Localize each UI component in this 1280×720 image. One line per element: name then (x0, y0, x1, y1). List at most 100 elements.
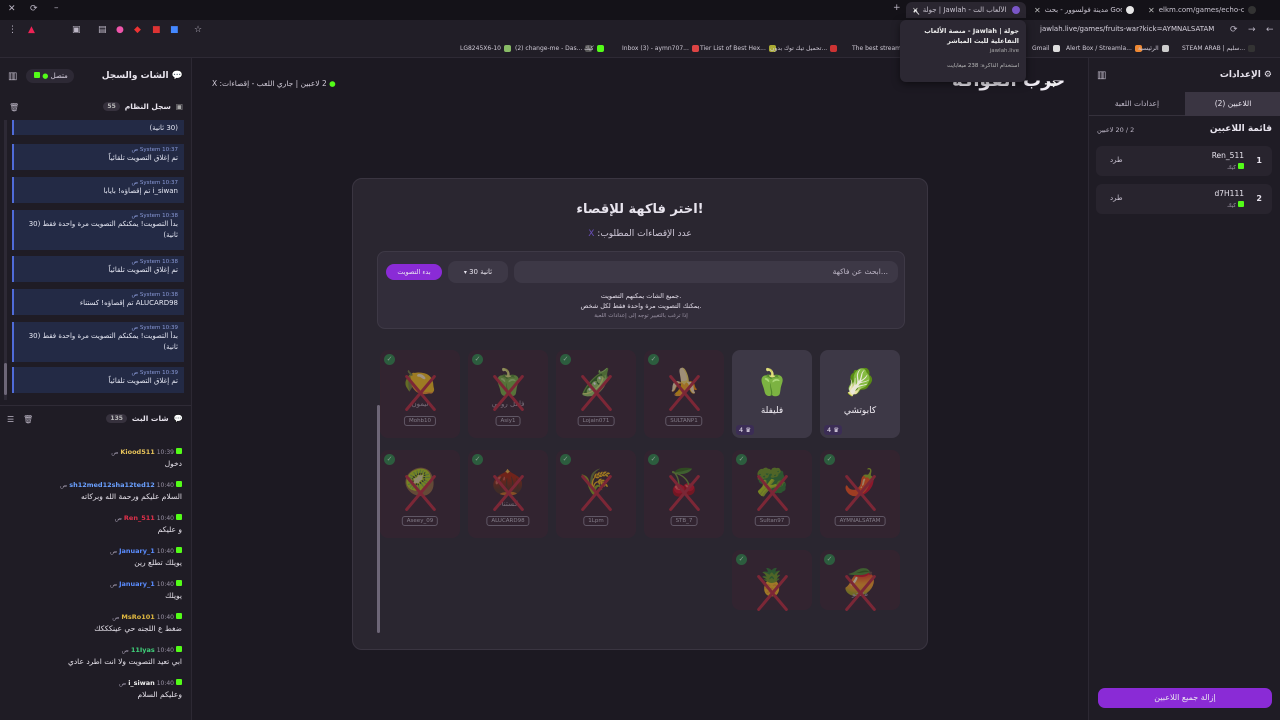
fruit-card: ✓ 🥝 Aseey_09 (380, 450, 460, 538)
bookmark-item[interactable]: كيك (584, 45, 604, 52)
bookmark-item[interactable]: الرئيسية (1138, 45, 1169, 52)
fruit-card: ✓ 🫛 Lojain071 (556, 350, 636, 438)
system-message: System 10:37 ص i_siwan تم إقصاؤه! بايابا (12, 177, 184, 203)
player-platform: كيك (1227, 163, 1244, 171)
bookmark-item[interactable]: STEAM ARAB | سليم... (1182, 45, 1256, 52)
kick-player-button[interactable]: طرد (1110, 156, 1123, 164)
collapse-panel-icon[interactable]: ▥ (1097, 71, 1106, 81)
eliminated-x-icon (402, 472, 438, 512)
scrollbar-thumb[interactable] (4, 363, 7, 395)
remove-all-players-button[interactable]: إزالة جميع اللاعبين (1098, 688, 1272, 708)
gear-icon: ⚙ (1263, 70, 1272, 80)
eliminated-x-icon (666, 372, 702, 412)
count-badge: 135 (106, 414, 127, 423)
chat-bubble-icon: 💬 (173, 414, 183, 423)
extension-icon[interactable]: ◆ (134, 26, 141, 35)
kick-player-button[interactable]: طرد (1110, 194, 1123, 202)
extension-icon[interactable]: ■ (152, 26, 161, 35)
vote-count: 4 ♛ (736, 425, 755, 435)
memory-usage: استخدام الذاكرة: 238 ميغابايت (947, 63, 1019, 69)
bookmark-item[interactable]: Inbox (3) - aymn707... (622, 45, 699, 52)
scrollbar[interactable] (4, 120, 7, 400)
fruit-card[interactable]: 🥬 كابوتشي 4 ♛ (820, 350, 900, 438)
chat-message: Kiood511 10:39 ص دخول (111, 448, 182, 468)
arrow-right-icon[interactable]: → (1044, 74, 1057, 93)
fruit-card: ✓ 🥭 مانجو (820, 550, 900, 610)
tab-game-settings[interactable]: إعدادات اللعبة (1089, 92, 1185, 116)
players-count: 2 / 20 لاعبين (1097, 126, 1135, 134)
player-name-tag: Sultan97 (754, 516, 790, 526)
menu-dots-icon[interactable]: ⋮ (8, 26, 17, 35)
eliminated-x-icon (754, 572, 790, 612)
system-message: System 10:38 ص ALUCARD98 تم إقصاؤه! كستنا… (12, 289, 184, 315)
count-badge: 55 (103, 102, 120, 111)
trash-icon[interactable]: 🗑 (23, 416, 33, 424)
tab-elkm[interactable]: ✕ elkm.com/games/echo-code (1142, 2, 1262, 18)
kick-icon (1238, 163, 1244, 169)
log-icon: ▣ (175, 102, 183, 111)
stream-chat-header: 💬 شات البث 135 (106, 414, 183, 423)
start-vote-button[interactable]: بدء التصويت (386, 264, 442, 280)
player-name-tag: Mohb10 (403, 416, 437, 426)
eliminated-x-icon (842, 472, 878, 512)
tab-players[interactable]: اللاعبين (2) (1185, 92, 1280, 116)
extension-icon[interactable]: ▣ (72, 26, 81, 35)
fruit-emoji: 🫑 (755, 368, 789, 398)
trash-icon[interactable]: 🗑 (9, 104, 19, 112)
system-message: System 10:38 ص تم إغلاق التصويت تلقائياً (12, 256, 184, 282)
bookmark-item[interactable]: Gmail (1032, 45, 1060, 52)
new-tab-icon[interactable]: + (893, 4, 901, 13)
check-icon: ✓ (648, 354, 659, 365)
forward-icon[interactable]: → (1248, 26, 1256, 35)
kick-icon (34, 72, 40, 78)
player-name-tag: Asiy1 (495, 416, 521, 426)
close-window-icon[interactable]: ✕ (8, 5, 16, 14)
vote-controls: ابحث عن فاكهة... ▾ 30 ثانية بدء التصويت … (377, 251, 905, 329)
chat-bubble-icon: 💬 (171, 71, 183, 81)
extension-icon[interactable]: ● (116, 26, 124, 35)
bookmark-item[interactable]: Tier List of Best Hex... (700, 45, 776, 52)
fruit-card[interactable]: 🫑 فليفلة 4 ♛ (732, 350, 812, 438)
eliminated-x-icon (578, 372, 614, 412)
system-message: System 10:38 ص بدأ التصويت! يمكنكم التصوي… (12, 210, 184, 250)
reload-icon[interactable]: ⟳ (1230, 26, 1238, 35)
url-input[interactable]: jawlah.live/games/fruits-war?kick=AYMNAL… (1040, 25, 1220, 33)
check-icon: ✓ (560, 454, 571, 465)
system-message: System 10:39 ص تم إغلاق التصويت تلقائياً (12, 367, 184, 393)
reload-icon[interactable]: ⟳ (30, 5, 38, 14)
duration-select[interactable]: ▾ 30 ثانية (448, 261, 508, 283)
tab-google[interactable]: ✕ مدينة فولسوور - بحث Google (1028, 2, 1140, 18)
sidebar-icon[interactable]: ▤ (98, 26, 107, 35)
bookmark-item[interactable]: LG8245X6-10 (460, 45, 511, 52)
bookmark-item[interactable]: تحميل تيك توك بدون... (770, 45, 838, 52)
player-name-tag: AYMNALSATAM (834, 516, 886, 526)
bookmark-item[interactable]: (2) change-me - Das... (515, 45, 593, 52)
chat-message: 11Iyas 10:40 ص ابي تعيد التصويت ولا انت ا… (67, 646, 182, 666)
player-name-tag: STB_7 (670, 516, 698, 526)
tab-favicon-icon (1012, 6, 1020, 14)
extension-icon[interactable]: ■ (170, 26, 179, 35)
vote-icon: ♛ (745, 426, 752, 434)
fruit-name: كابوتشي (843, 406, 877, 416)
system-message: System 10:39 ص بدأ التصويت! يمكنكم التصوي… (12, 322, 184, 362)
settings-title: ⚙ الإعدادات (1219, 70, 1272, 80)
extension-icon[interactable]: ▲ (28, 26, 35, 35)
eliminated-x-icon (578, 472, 614, 512)
check-icon: ✓ (736, 454, 747, 465)
vote-icon: ♛ (833, 426, 840, 434)
filter-icon[interactable]: ☰ (7, 416, 14, 424)
bookmark-star-icon[interactable]: ☆ (194, 26, 202, 35)
player-name-tag: Lojain071 (577, 416, 615, 426)
tab-hover-tooltip: جولة | Jawlah - منصة الألعاب التفاعلية ل… (900, 20, 1026, 82)
search-input[interactable]: ابحث عن فاكهة... (514, 261, 898, 283)
tab-jawlah[interactable]: ✕ جولة | Jawlah - منصة الألعاب الت... (906, 2, 1026, 18)
tab-close-icon[interactable]: ✕ (1148, 6, 1155, 15)
bookmark-item[interactable]: Alert Box / Streamla... (1066, 45, 1142, 52)
collapse-panel-icon[interactable]: ▥ (8, 72, 17, 82)
back-icon[interactable]: ← (1266, 26, 1274, 35)
tab-close-icon[interactable]: ✕ (1034, 6, 1041, 15)
eliminated-x-icon (490, 372, 526, 412)
fruit-card: ✓ 🫑 فلفل رومي Asiy1 (468, 350, 548, 438)
player-name-tag: SULTANP1 (665, 416, 703, 426)
minimize-icon[interactable]: – (54, 4, 59, 13)
